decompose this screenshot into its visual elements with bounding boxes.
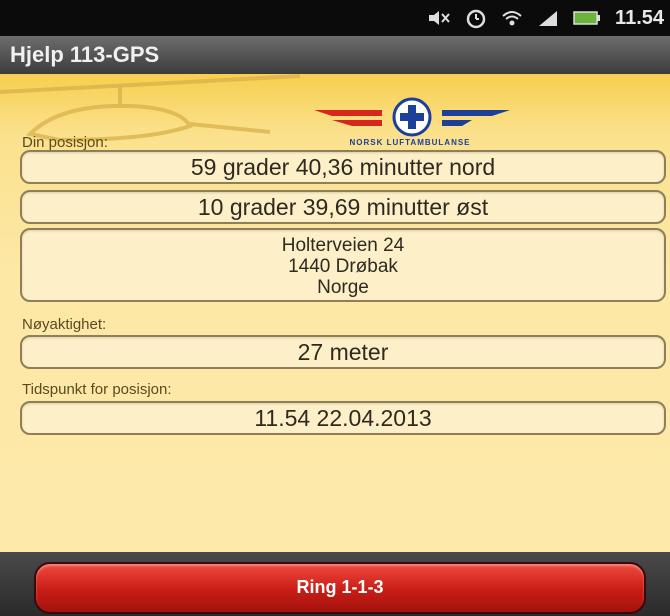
accuracy-field: 27 meter	[20, 335, 666, 369]
battery-icon	[573, 10, 601, 26]
address-field: Holterveien 24 1440 Drøbak Norge	[20, 228, 666, 302]
status-bar: 11.54	[0, 0, 670, 36]
latitude-field: 59 grader 40,36 minutter nord	[20, 150, 666, 184]
status-time: 11.54	[615, 6, 664, 29]
main-content: NORSK LUFTAMBULANSE Din posisjon: 59 gra…	[0, 74, 670, 552]
app-title: Hjelp 113-GPS	[10, 42, 160, 67]
address-line-postal: 1440 Drøbak	[288, 256, 398, 277]
mute-icon	[427, 9, 451, 27]
accuracy-label: Nøyaktighet:	[22, 316, 107, 333]
signal-icon	[537, 9, 559, 27]
alarm-icon	[465, 7, 487, 29]
position-label: Din posisjon:	[22, 134, 108, 151]
norsk-luftambulanse-logo-icon	[314, 97, 510, 137]
bottom-bar: Ring 1-1-3	[0, 552, 670, 616]
timestamp-field: 11.54 22.04.2013	[20, 401, 666, 435]
address-line-country: Norge	[317, 277, 369, 298]
call-113-button[interactable]: Ring 1-1-3	[34, 562, 646, 614]
app-title-bar: Hjelp 113-GPS	[0, 36, 670, 74]
longitude-field: 10 grader 39,69 minutter øst	[20, 190, 666, 224]
timestamp-label: Tidspunkt for posisjon:	[22, 381, 172, 398]
address-line-street: Holterveien 24	[281, 235, 405, 256]
wifi-icon	[501, 9, 523, 27]
logo-caption: NORSK LUFTAMBULANSE	[349, 138, 471, 147]
